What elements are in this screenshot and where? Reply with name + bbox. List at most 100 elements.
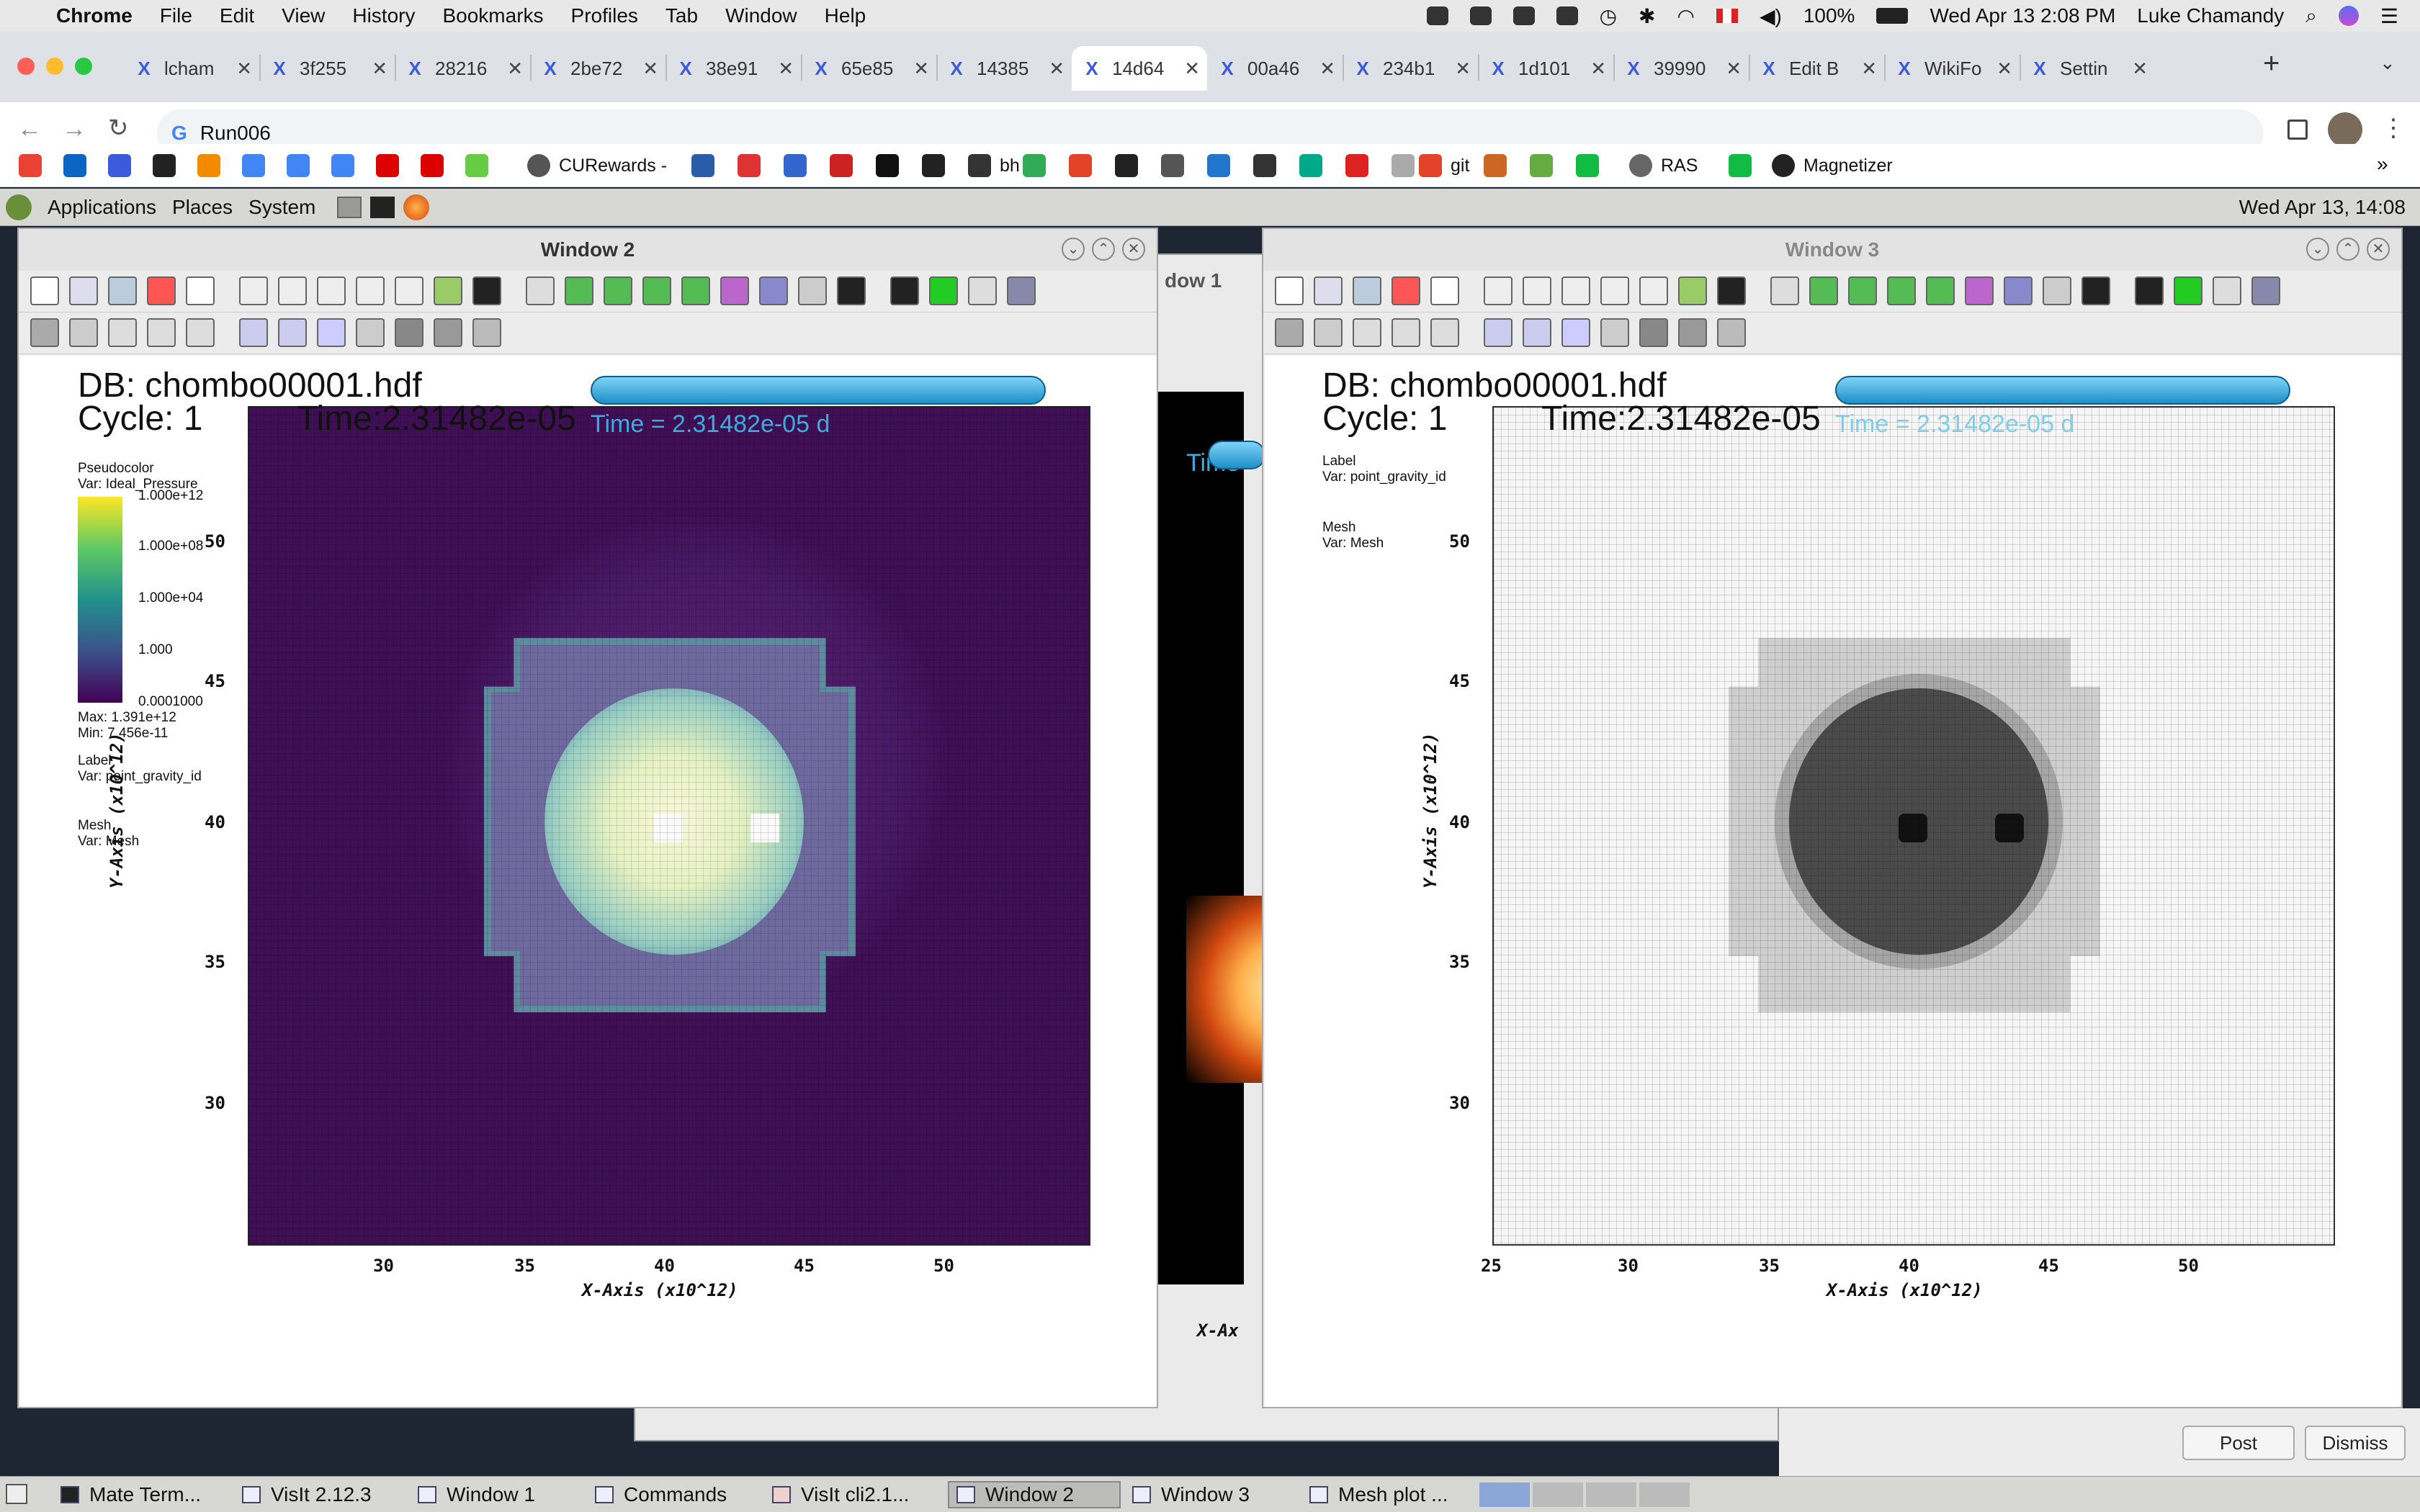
toolbar-button-icon[interactable] (1314, 318, 1343, 347)
toolbar-button-icon[interactable] (1523, 276, 1551, 305)
toolbar-button-icon[interactable] (759, 276, 788, 305)
toolbar-button-icon[interactable] (1965, 276, 1994, 305)
tab-close-icon[interactable]: ✕ (1049, 58, 1065, 80)
tab-14[interactable]: X Settin ✕ (2020, 46, 2155, 91)
toolbar-button-icon[interactable] (1484, 276, 1512, 305)
control-center-icon[interactable]: ☰ (2380, 4, 2398, 28)
bookmark-favicon-icon[interactable] (1576, 154, 1599, 177)
panel-applications[interactable]: Applications (48, 196, 156, 219)
bookmark-favicon-icon[interactable] (1253, 154, 1276, 177)
bookmark-favicon-icon[interactable] (1161, 154, 1184, 177)
bookmark-favicon-icon[interactable] (876, 154, 899, 177)
close-window-button[interactable] (17, 58, 35, 75)
pressure-plot[interactable] (248, 406, 1090, 1246)
bookmark-bh[interactable]: bh (968, 153, 1020, 179)
minimize-icon[interactable]: ⌄ (1062, 238, 1085, 261)
toolbar-button-icon[interactable] (2251, 276, 2280, 305)
tab-close-icon[interactable]: ✕ (372, 58, 387, 80)
bookmark-favicon-icon[interactable] (421, 154, 444, 177)
toolbar-button-icon[interactable] (1007, 276, 1036, 305)
bookmark-favicon-icon[interactable] (1729, 154, 1752, 177)
toolbar-button-icon[interactable] (1275, 318, 1304, 347)
post-button[interactable]: Post (2182, 1426, 2295, 1460)
toolbar-button-icon[interactable] (1275, 276, 1304, 305)
tab-close-icon[interactable]: ✕ (1319, 58, 1335, 80)
toolbar-button-icon[interactable] (186, 318, 215, 347)
tab-close-icon[interactable]: ✕ (1455, 58, 1471, 80)
bookmark-favicon-icon[interactable] (1299, 154, 1322, 177)
toolbar-button-icon[interactable] (968, 276, 997, 305)
toolbar-button-icon[interactable] (1600, 318, 1629, 347)
workspace-4[interactable] (1639, 1482, 1690, 1507)
menu-window[interactable]: Window (725, 4, 797, 27)
bluetooth-icon[interactable]: ✱ (1639, 4, 1655, 28)
tab-10[interactable]: X 1d101 ✕ (1478, 46, 1613, 91)
bookmark-curewards[interactable]: CURewards - (527, 153, 667, 179)
toolbar-button-icon[interactable] (472, 276, 501, 305)
toolbar-button-icon[interactable] (108, 318, 137, 347)
menu-tab[interactable]: Tab (666, 4, 698, 27)
bookmark-favicon-icon[interactable] (1345, 154, 1368, 177)
toolbar-button-icon[interactable] (1561, 318, 1590, 347)
tab-close-icon[interactable]: ✕ (642, 58, 658, 80)
bookmark-favicon-icon[interactable] (153, 154, 176, 177)
siri-icon[interactable] (2338, 6, 2359, 26)
dismiss-button[interactable]: Dismiss (2305, 1426, 2406, 1460)
new-tab-button[interactable]: + (2263, 48, 2280, 80)
battery-icon[interactable] (1876, 8, 1909, 24)
toolbar-button-icon[interactable] (1639, 318, 1668, 347)
toolbar-button-icon[interactable] (2043, 276, 2071, 305)
bookmark-favicon-icon[interactable] (830, 154, 853, 177)
toolbar-button-icon[interactable] (69, 318, 98, 347)
tab-9[interactable]: X 234b1 ✕ (1343, 46, 1478, 91)
toolbar-button-icon[interactable] (1717, 276, 1746, 305)
side-panel-icon[interactable] (2287, 120, 2308, 140)
toolbar-button-icon[interactable] (1770, 276, 1799, 305)
bookmark-favicon-icon[interactable] (784, 154, 807, 177)
bookmark-favicon-icon[interactable] (376, 154, 399, 177)
tab-8[interactable]: X 00a46 ✕ (1207, 46, 1343, 91)
reload-icon[interactable]: ↻ (108, 114, 129, 143)
toolbar-button-icon[interactable] (1523, 318, 1551, 347)
bookmark-favicon-icon[interactable] (197, 154, 220, 177)
flag-icon[interactable] (1716, 9, 1738, 23)
panel-places[interactable]: Places (172, 196, 233, 219)
toolbar-button-icon[interactable] (2135, 276, 2164, 305)
tab-2[interactable]: X 28216 ✕ (395, 46, 530, 91)
panel-clock[interactable]: Wed Apr 13, 14:08 (2239, 196, 2406, 219)
toolbar-button-icon[interactable] (1353, 276, 1381, 305)
menu-user[interactable]: Luke Chamandy (2137, 4, 2284, 27)
maximize-icon[interactable]: ⌃ (1092, 238, 1115, 261)
bookmark-favicon-icon[interactable] (287, 154, 310, 177)
toolbar-button-icon[interactable] (604, 276, 632, 305)
tab-12[interactable]: X Edit B ✕ (1749, 46, 1884, 91)
tab-close-icon[interactable]: ✕ (1726, 58, 1742, 80)
toolbar-button-icon[interactable] (890, 276, 919, 305)
window-title-bar[interactable]: Window 3 (1263, 229, 2401, 271)
bookmark-ras[interactable]: RAS (1629, 153, 1698, 179)
toolbar-button-icon[interactable] (929, 276, 958, 305)
address-text[interactable]: Run006 (200, 122, 271, 145)
window-2[interactable]: Window 2 ⌄ ⌃ ✕ DB: chombo00001.hdf Cycle… (17, 228, 1158, 1408)
panel-system[interactable]: System (248, 196, 315, 219)
toolbar-button-icon[interactable] (2213, 276, 2241, 305)
minimize-icon[interactable]: ⌄ (2306, 238, 2329, 261)
tab-close-icon[interactable]: ✕ (913, 58, 929, 80)
toolbar-button-icon[interactable] (1887, 276, 1916, 305)
toolbar-button-icon[interactable] (186, 276, 215, 305)
bookmark-favicon-icon[interactable] (63, 154, 86, 177)
toolbar-button-icon[interactable] (526, 276, 555, 305)
toolbar-button-icon[interactable] (1600, 276, 1629, 305)
toolbar-button-icon[interactable] (642, 276, 671, 305)
chevron-down-icon[interactable]: ⌄ (2380, 52, 2396, 74)
toolbar-button-icon[interactable] (1392, 276, 1420, 305)
show-desktop-icon[interactable] (6, 1484, 27, 1504)
avatar[interactable] (2328, 112, 2362, 147)
tab-close-icon[interactable]: ✕ (507, 58, 523, 80)
tab-close-icon[interactable]: ✕ (236, 58, 252, 80)
workspace-switcher[interactable] (1479, 1482, 1690, 1507)
bookmark-favicon-icon[interactable] (1484, 154, 1507, 177)
firefox-icon[interactable] (403, 194, 430, 220)
menu-profiles[interactable]: Profiles (571, 4, 638, 27)
toolbar-button-icon[interactable] (239, 276, 268, 305)
